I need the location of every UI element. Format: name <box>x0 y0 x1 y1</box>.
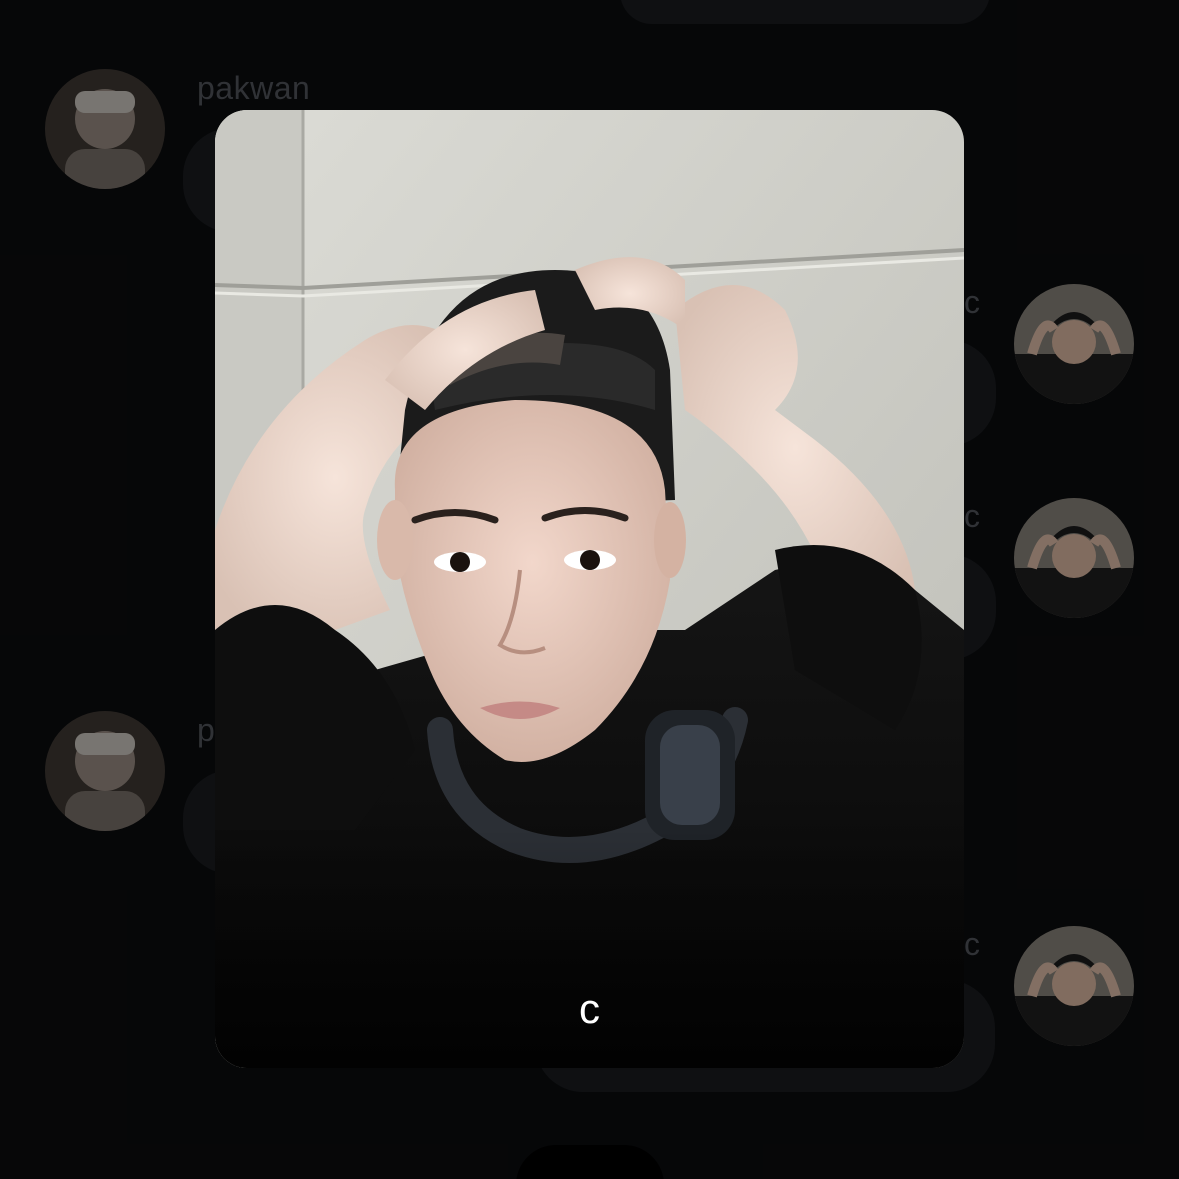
image-caption: c <box>579 985 600 1032</box>
chat-screen: pakwan c c p c c <box>0 0 1179 1179</box>
selfie-photo <box>215 110 964 1068</box>
image-preview-card[interactable]: c <box>215 110 964 1068</box>
